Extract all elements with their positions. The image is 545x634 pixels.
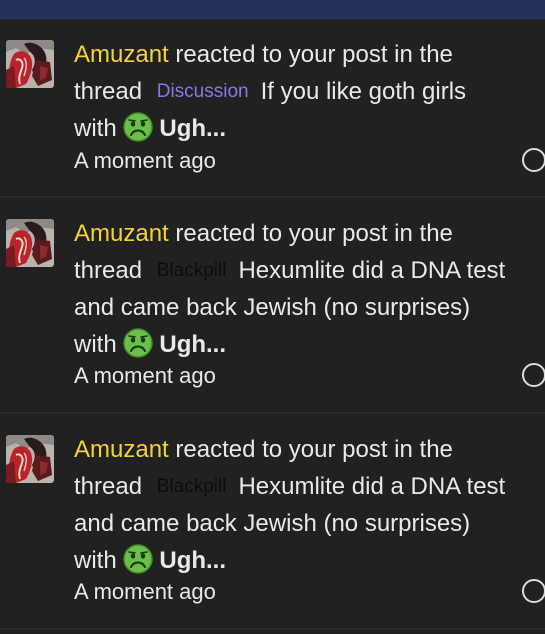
user-avatar[interactable] [6, 40, 54, 88]
mark-read-toggle[interactable] [522, 363, 545, 387]
sick-face-icon [123, 328, 153, 358]
username-link[interactable]: Amuzant [74, 41, 169, 68]
thread-title-link[interactable]: Hexumlite did a DNA test [238, 473, 505, 500]
with-word: with [74, 331, 117, 358]
with-word: with [74, 115, 117, 142]
mark-read-toggle[interactable] [522, 148, 545, 172]
thread-prefix-badge[interactable]: Discussion [153, 80, 253, 104]
user-avatar[interactable] [6, 435, 54, 483]
notification-item[interactable]: Amuzant reacted to your post in the thre… [0, 19, 545, 198]
username-link[interactable]: Amuzant [74, 220, 169, 247]
user-avatar[interactable] [6, 219, 54, 267]
thread-prefix-badge[interactable]: Blackpill [153, 259, 231, 283]
timestamp: A moment ago [74, 148, 216, 173]
thread-title-continued[interactable]: and came back Jewish (no surprises) [74, 510, 470, 537]
thread-title-link[interactable]: If you like goth girls [261, 78, 466, 105]
notification-text: Amuzant reacted to your post in the thre… [74, 215, 545, 363]
action-text: reacted to your post in the [175, 41, 453, 68]
sick-face-icon [123, 544, 153, 574]
action-text: reacted to your post in the [175, 436, 453, 463]
reaction-label: Ugh... [159, 331, 227, 358]
sick-face-icon [123, 112, 153, 142]
notification-item[interactable]: Amuzant reacted to your post in the thre… [0, 198, 545, 414]
reaction-label: Ugh... [159, 115, 227, 142]
notification-text: Amuzant reacted to your post in the thre… [74, 431, 545, 579]
with-word: with [74, 547, 117, 574]
timestamp: A moment ago [74, 363, 216, 388]
notification-item[interactable]: Amuzant reacted to your post in the thre… [0, 414, 545, 630]
reaction-label: Ugh... [159, 547, 227, 574]
mark-read-toggle[interactable] [522, 579, 545, 603]
thread-title-link[interactable]: Hexumlite did a DNA test [238, 257, 505, 284]
thread-word: thread [74, 78, 143, 105]
thread-word: thread [74, 473, 143, 500]
thread-title-continued[interactable]: and came back Jewish (no surprises) [74, 294, 470, 321]
username-link[interactable]: Amuzant [74, 436, 169, 463]
thread-word: thread [74, 257, 143, 284]
action-text: reacted to your post in the [175, 220, 453, 247]
timestamp: A moment ago [74, 579, 216, 604]
thread-prefix-badge[interactable]: Blackpill [153, 475, 231, 499]
notification-text: Amuzant reacted to your post in the thre… [74, 36, 545, 147]
top-navigation-bar [0, 0, 545, 19]
